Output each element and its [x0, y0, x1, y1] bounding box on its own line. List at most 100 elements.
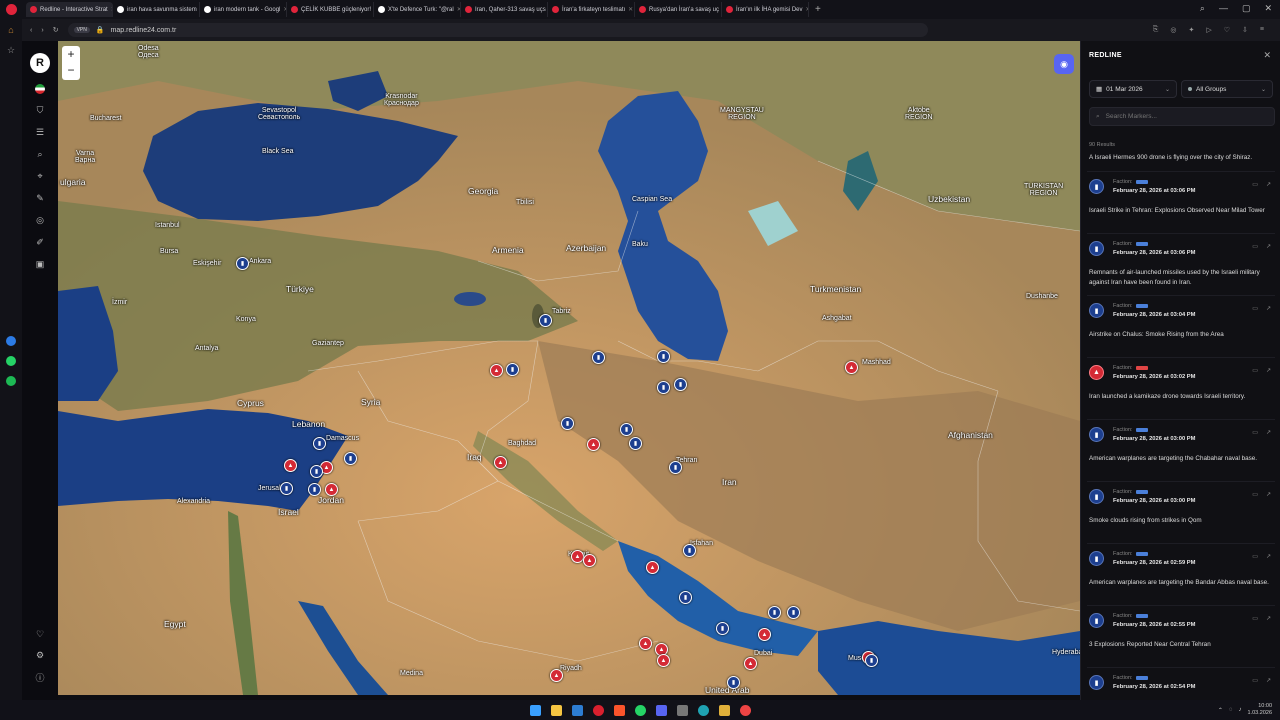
red-event-marker[interactable]: ▲: [284, 459, 297, 472]
blue-event-marker[interactable]: ▮: [716, 622, 729, 635]
red-event-marker[interactable]: ▲: [583, 554, 596, 567]
red-event-marker[interactable]: ▲: [490, 364, 503, 377]
volume-icon[interactable]: ♪: [1239, 707, 1242, 713]
close-panel-icon[interactable]: ✕: [1263, 50, 1271, 61]
heart-icon[interactable]: ♡: [36, 629, 44, 640]
extension-icon[interactable]: ✦: [1188, 26, 1194, 34]
url-field[interactable]: VPN 🔒 map.redline24.com.tr: [67, 23, 928, 37]
media-icon[interactable]: ▭: [1252, 429, 1258, 436]
calculator-icon[interactable]: [676, 704, 688, 716]
red-event-marker[interactable]: ▲: [646, 561, 659, 574]
red-event-marker[interactable]: ▲: [657, 654, 670, 667]
app-icon[interactable]: [718, 704, 730, 716]
feed-item[interactable]: ▮ Faction: February 28, 2026 at 03:06 PM ▭ ↗…: [1087, 171, 1275, 233]
discord-button[interactable]: ◉: [1054, 54, 1074, 74]
blue-event-marker[interactable]: ▮: [344, 452, 357, 465]
blue-event-marker[interactable]: ▮: [683, 544, 696, 557]
download-icon[interactable]: ⇩: [1242, 26, 1248, 34]
close-tab-icon[interactable]: ✕: [628, 6, 633, 13]
maximize-icon[interactable]: ▢: [1242, 3, 1251, 14]
browser-tab[interactable]: ÇELİK KUBBE güçleniyor!✕: [287, 2, 374, 17]
blue-event-marker[interactable]: ▮: [506, 363, 519, 376]
media-icon[interactable]: ▭: [1252, 367, 1258, 374]
browser-tab[interactable]: Iran, Qaher-313 savaş uçs✕: [461, 2, 548, 17]
spotify-icon[interactable]: [6, 376, 16, 386]
red-event-marker[interactable]: ▲: [494, 456, 507, 469]
network-icon[interactable]: ◌: [1229, 707, 1233, 713]
browser-logo-icon[interactable]: [6, 4, 17, 15]
media-icon[interactable]: ▭: [1252, 553, 1258, 560]
marker-search[interactable]: ⌕: [1089, 107, 1275, 126]
feed-item[interactable]: ▮ Faction: February 28, 2026 at 02:59 PM ▭ ↗…: [1087, 543, 1275, 605]
zoom-out-button[interactable]: −: [62, 62, 80, 78]
red-event-marker[interactable]: ▲: [758, 628, 771, 641]
red-event-marker[interactable]: ▲: [550, 669, 563, 682]
blue-event-marker[interactable]: ▮: [236, 257, 249, 270]
browser-tab[interactable]: Rusya'dan İran'a savaş uç✕: [635, 2, 722, 17]
home-icon[interactable]: ⌂: [8, 25, 13, 35]
external-link-icon[interactable]: ↗: [1266, 677, 1271, 684]
star-icon[interactable]: ☆: [7, 45, 15, 56]
feed-item[interactable]: ▮ Faction: February 28, 2026 at 03:06 PM ▭ ↗…: [1087, 233, 1275, 295]
feed-item[interactable]: ▮ Faction: February 28, 2026 at 02:54 PM ▭ ↗…: [1087, 667, 1275, 698]
camera-icon[interactable]: ▣: [36, 259, 45, 270]
blue-event-marker[interactable]: ▮: [727, 676, 740, 689]
event-feed[interactable]: A Israeli Hermes 900 drone is flying ove…: [1087, 153, 1275, 698]
settings-icon[interactable]: ⚙: [36, 650, 44, 661]
blue-event-marker[interactable]: ▮: [313, 437, 326, 450]
filter-icon[interactable]: ☰: [36, 127, 44, 138]
external-link-icon[interactable]: ↗: [1266, 615, 1271, 622]
opera-icon[interactable]: [592, 704, 604, 716]
red-event-marker[interactable]: ▲: [587, 438, 600, 451]
media-icon[interactable]: ▭: [1252, 181, 1258, 188]
search-tabs-icon[interactable]: ⌕: [1200, 3, 1205, 14]
media-icon[interactable]: ▭: [1252, 491, 1258, 498]
discord-icon[interactable]: [655, 704, 667, 716]
group-select[interactable]: All Groups ⌄: [1181, 80, 1273, 98]
blue-event-marker[interactable]: ▮: [308, 483, 321, 496]
brave-icon[interactable]: [613, 704, 625, 716]
windows-start-icon[interactable]: [529, 704, 541, 716]
red-event-marker[interactable]: ▲: [845, 361, 858, 374]
external-link-icon[interactable]: ↗: [1266, 491, 1271, 498]
feed-item-text[interactable]: A Israeli Hermes 900 drone is flying ove…: [1087, 153, 1275, 171]
heart-icon[interactable]: ♡: [1224, 26, 1230, 34]
blue-event-marker[interactable]: ▮: [657, 381, 670, 394]
feed-item[interactable]: ▲ Faction: February 28, 2026 at 03:02 PM ▭ ↗…: [1087, 357, 1275, 419]
chevron-up-icon[interactable]: ⌃: [1218, 707, 1223, 714]
zoom-in-button[interactable]: +: [62, 46, 80, 62]
blue-event-marker[interactable]: ▮: [865, 654, 878, 667]
blue-event-marker[interactable]: ▮: [561, 417, 574, 430]
shield-icon[interactable]: ⛉: [37, 105, 44, 116]
media-icon[interactable]: ▭: [1252, 615, 1258, 622]
browser-tab[interactable]: X'te Defence Turk: "@ral✕: [374, 2, 461, 17]
draw-icon[interactable]: ✐: [36, 237, 44, 248]
share-icon[interactable]: ⎘: [1153, 26, 1159, 34]
reload-icon[interactable]: ↻: [53, 26, 59, 34]
browser-tab[interactable]: İran'a firkateyn teslimatı ✕: [548, 2, 635, 17]
feed-item[interactable]: ▮ Faction: February 28, 2026 at 03:04 PM ▭ ↗…: [1087, 295, 1275, 357]
browser-tab[interactable]: Redline - Interactive Strat✕: [26, 2, 113, 17]
blue-event-marker[interactable]: ▮: [768, 606, 781, 619]
close-window-icon[interactable]: ✕: [1264, 3, 1272, 14]
blue-event-marker[interactable]: ▮: [592, 351, 605, 364]
external-link-icon[interactable]: ↗: [1266, 553, 1271, 560]
date-select[interactable]: ▦ 01 Mar 2026 ⌄: [1089, 80, 1177, 98]
vpn-badge[interactable]: VPN: [73, 27, 90, 33]
media-icon[interactable]: ▭: [1252, 677, 1258, 684]
blue-event-marker[interactable]: ▮: [679, 591, 692, 604]
blue-event-marker[interactable]: ▮: [620, 423, 633, 436]
blue-event-marker[interactable]: ▮: [629, 437, 642, 450]
external-link-icon[interactable]: ↗: [1266, 181, 1271, 188]
url-text[interactable]: map.redline24.com.tr: [111, 27, 177, 34]
play-icon[interactable]: ▷: [1206, 26, 1211, 34]
chrome-icon[interactable]: [739, 704, 751, 716]
forward-icon[interactable]: ›: [41, 27, 43, 34]
whatsapp-icon[interactable]: [6, 356, 16, 366]
blue-event-marker[interactable]: ▮: [310, 465, 323, 478]
redline-logo-icon[interactable]: R: [30, 53, 50, 73]
edge-icon[interactable]: [697, 704, 709, 716]
blue-event-marker[interactable]: ▮: [539, 314, 552, 327]
location-pin-icon[interactable]: ⌖: [37, 171, 42, 182]
feed-item[interactable]: ▮ Faction: February 28, 2026 at 03:00 PM ▭ ↗…: [1087, 481, 1275, 543]
